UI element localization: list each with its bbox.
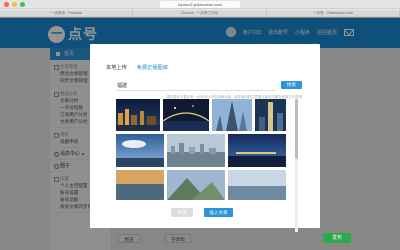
- gallery-image-bridge-night[interactable]: [163, 99, 209, 131]
- browser-tabbar: 一点资讯 - Panama Chrome - 一点号工作台 一点号 - Yidi…: [0, 10, 400, 17]
- insert-article-button[interactable]: 插入文章: [204, 208, 233, 217]
- tab-local-upload[interactable]: 本地上传: [106, 64, 127, 71]
- gallery-image-city-panorama[interactable]: [167, 134, 225, 167]
- search-button[interactable]: 搜索: [281, 81, 302, 89]
- image-picker-modal: 本地上传 免费正版图库 搜索 建议图片不要含有一点资讯以外的品牌元素，请在使用时…: [90, 44, 320, 232]
- browser-tab[interactable]: 一点号 - Yidianzixun.com: [267, 10, 400, 16]
- search-row: 搜索: [116, 81, 304, 91]
- gallery-image-coast-sunset[interactable]: [116, 170, 164, 200]
- tab-free-gallery[interactable]: 免费正版图库: [137, 64, 168, 71]
- publish-button[interactable]: 发布: [323, 233, 351, 243]
- gallery-image-night-river[interactable]: [116, 99, 160, 131]
- window-titlebar: mpdoc2.yidianzixun.com: [0, 0, 400, 9]
- search-input[interactable]: [116, 81, 276, 91]
- gallery-image-bay-twilight[interactable]: [228, 134, 286, 167]
- scrollbar-thumb[interactable]: [295, 99, 298, 159]
- gallery-scrollbar[interactable]: [295, 99, 298, 232]
- gallery-image-river-view[interactable]: [228, 170, 286, 200]
- close-window-icon[interactable]: [4, 2, 9, 7]
- gallery-image-skyscraper[interactable]: [212, 99, 252, 131]
- address-bar[interactable]: mpdoc2.yidianzixun.com: [160, 1, 240, 8]
- gallery-image-harbor-clouds[interactable]: [116, 134, 164, 167]
- gallery-image-tower-dusk[interactable]: [255, 99, 286, 131]
- cancel-button[interactable]: 取消: [171, 208, 193, 217]
- browser-tab[interactable]: Chrome - 一点号工作台: [133, 10, 267, 16]
- browser-tab[interactable]: 一点资讯 - Panama: [0, 10, 134, 16]
- minimize-window-icon[interactable]: [12, 2, 17, 7]
- gallery-image-mountain-town[interactable]: [167, 170, 225, 200]
- maximize-window-icon[interactable]: [20, 2, 25, 7]
- image-gallery: [116, 99, 286, 232]
- modal-tabs: 本地上传 免费正版图库: [106, 64, 168, 71]
- window-controls[interactable]: [4, 2, 25, 7]
